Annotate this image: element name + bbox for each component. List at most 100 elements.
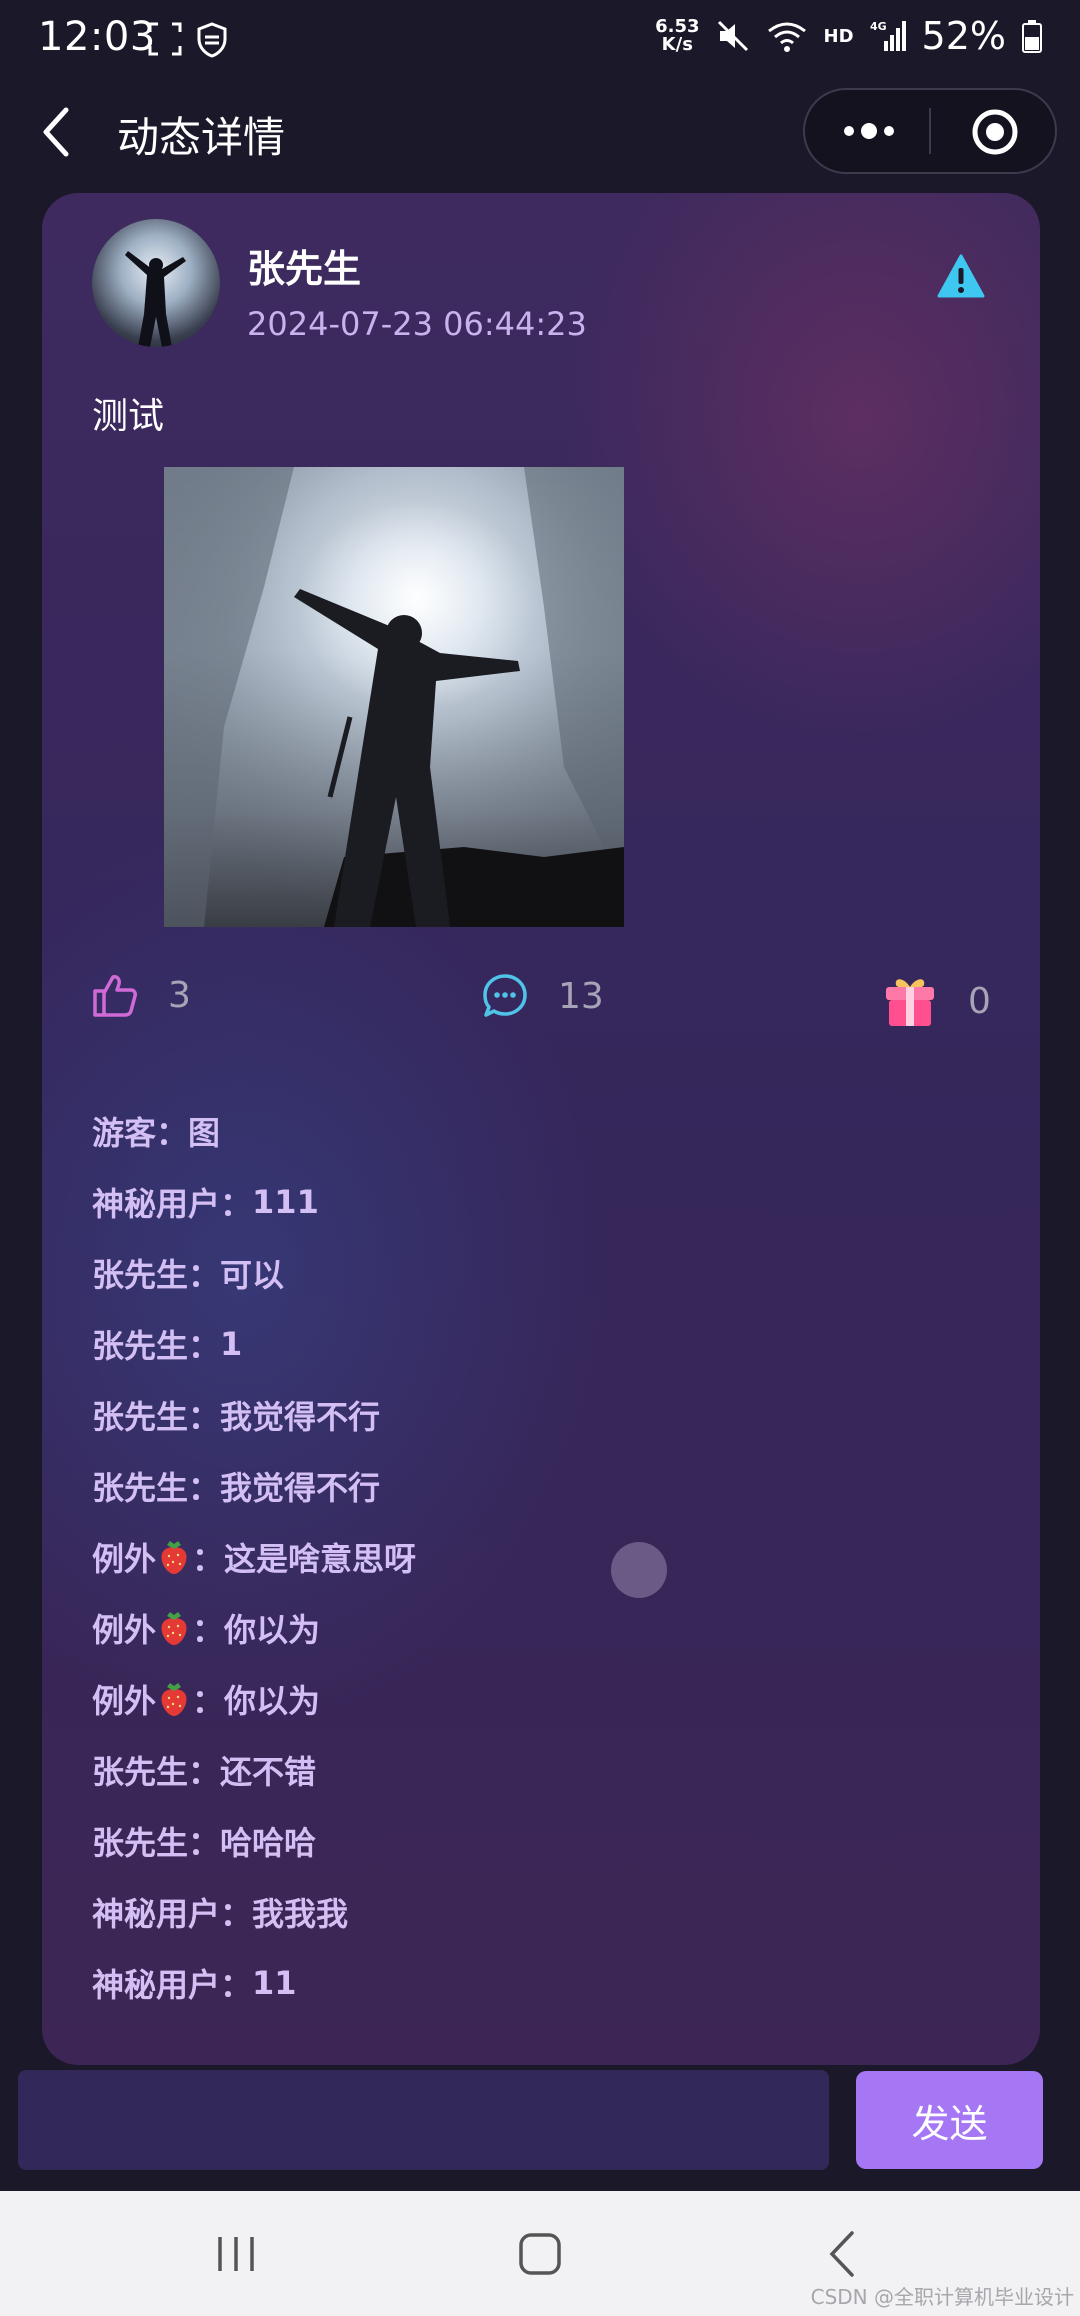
back-nav-icon[interactable]: [812, 2229, 872, 2279]
post-actions: 3 13 0: [42, 973, 1040, 1053]
wifi-icon: [767, 22, 806, 52]
post-photo-silhouette: [164, 467, 624, 927]
comment-item[interactable]: 张先生：哈哈哈: [92, 1818, 992, 1889]
comment-author[interactable]: 张先生: [92, 1824, 188, 1862]
comment-item[interactable]: 例外 ：你以为: [92, 1605, 992, 1676]
comment-item[interactable]: 张先生：我觉得不行: [92, 1463, 992, 1534]
comment-list: 游客：图 神秘用户：111 张先生：可以 张先生：1 张先生：我觉得不行 张先生：我觉得不…: [92, 1108, 992, 2031]
avatar[interactable]: [92, 219, 220, 347]
comment-item[interactable]: 神秘用户：11: [92, 1960, 992, 2031]
comment-author[interactable]: 张先生: [92, 1469, 188, 1507]
comment-item[interactable]: 游客：图: [92, 1108, 992, 1179]
touch-indicator: [611, 1542, 667, 1598]
home-icon[interactable]: [510, 2229, 570, 2279]
net-speed: 6.53 K/s: [655, 16, 700, 55]
post-text: 测试: [92, 396, 165, 437]
comment-action[interactable]: 13: [482, 973, 604, 1019]
comment-author[interactable]: 例外: [92, 1540, 156, 1578]
battery-percent: 52%: [921, 14, 1006, 58]
gift-icon[interactable]: [882, 973, 938, 1029]
comment-separator: ：: [188, 1327, 221, 1365]
author-name[interactable]: 张先生: [247, 238, 361, 293]
watermark: CSDN @全职计算机毕业设计: [810, 2285, 1074, 2309]
comment-separator: ：: [188, 1398, 221, 1436]
thumbs-up-icon[interactable]: [92, 973, 138, 1017]
comment-text: 哈哈哈: [220, 1824, 317, 1862]
system-nav-bar: CSDN @全职计算机毕业设计: [0, 2191, 1080, 2316]
comment-item[interactable]: 张先生：可以: [92, 1250, 992, 1321]
comment-text: 你以为: [224, 1682, 321, 1720]
comment-separator: ：: [188, 1824, 221, 1862]
comment-author[interactable]: 神秘用户: [92, 1895, 220, 1933]
post-card: 张先生 2024-07-23 06:44:23 测试 3 13 0 游客：图 神…: [42, 193, 1040, 2065]
signal-icon: 4G: [870, 20, 906, 51]
recent-apps-icon[interactable]: [206, 2229, 266, 2279]
nav-bar: 动态详情: [0, 82, 1080, 182]
battery-icon: [1022, 20, 1042, 53]
comment-author[interactable]: 例外: [92, 1611, 156, 1649]
mute-icon: [717, 20, 748, 52]
gift-count: 0: [968, 980, 991, 1022]
comment-separator: ：: [192, 1611, 225, 1649]
comment-author[interactable]: 张先生: [92, 1753, 188, 1791]
comment-text: 1: [220, 1325, 243, 1363]
comment-author[interactable]: 神秘用户: [92, 1966, 220, 2004]
capsule-divider: [929, 108, 931, 154]
like-action[interactable]: 3: [92, 973, 191, 1017]
comment-separator: ：: [220, 1966, 253, 2004]
comment-author[interactable]: 例外: [92, 1682, 156, 1720]
comment-text: 这是啥意思呀: [224, 1540, 417, 1578]
comment-text: 11: [252, 1964, 297, 2002]
send-button[interactable]: 发送: [856, 2071, 1043, 2169]
mini-program-capsule: [803, 88, 1057, 174]
comment-text: 我觉得不行: [220, 1469, 381, 1507]
back-arrow-icon[interactable]: [38, 104, 78, 160]
close-target-icon[interactable]: [971, 108, 1019, 156]
comment-text: 你以为: [224, 1611, 321, 1649]
comment-item[interactable]: 例外 ：你以为: [92, 1676, 992, 1747]
comment-author[interactable]: 张先生: [92, 1256, 188, 1294]
comment-count: 13: [558, 975, 604, 1017]
comment-separator: ：: [192, 1540, 225, 1578]
comment-separator: ：: [188, 1753, 221, 1791]
svg-text:4G: 4G: [870, 20, 887, 33]
comment-author[interactable]: 神秘用户: [92, 1185, 220, 1223]
comment-separator: ：: [220, 1895, 253, 1933]
comment-item[interactable]: 张先生：我觉得不行: [92, 1392, 992, 1463]
comment-item[interactable]: 例外 ：这是啥意思呀: [92, 1534, 992, 1605]
comment-separator: ：: [156, 1114, 189, 1152]
comment-item[interactable]: 张先生：还不错: [92, 1747, 992, 1818]
comment-text: 可以: [220, 1256, 285, 1294]
screenshot-frame-icon: [148, 22, 182, 56]
status-bar: 12:03 6.53 K/s HD 4G 52%: [0, 0, 1080, 80]
post-image[interactable]: [164, 467, 624, 927]
comment-separator: ：: [192, 1682, 225, 1720]
comment-item[interactable]: 张先生：1: [92, 1321, 992, 1392]
avatar-silhouette-icon: [125, 251, 186, 347]
comment-input[interactable]: [18, 2070, 829, 2170]
status-time: 12:03: [38, 14, 156, 60]
comment-separator: ：: [188, 1469, 221, 1507]
gift-action[interactable]: 0: [882, 973, 991, 1029]
like-count: 3: [168, 974, 191, 1016]
shield-icon: [197, 22, 227, 58]
comment-text: 我觉得不行: [220, 1398, 381, 1436]
comment-text: 图: [188, 1114, 221, 1152]
warning-icon[interactable]: [937, 253, 985, 299]
comment-author[interactable]: 张先生: [92, 1327, 188, 1365]
comment-author[interactable]: 游客: [92, 1114, 156, 1152]
strawberry-emoji-icon: [161, 1612, 187, 1645]
comment-author[interactable]: 张先生: [92, 1398, 188, 1436]
comment-text: 还不错: [220, 1753, 317, 1791]
comment-text: 111: [252, 1183, 319, 1221]
page-title: 动态详情: [117, 113, 286, 162]
comment-bubble-icon[interactable]: [482, 973, 528, 1019]
comment-separator: ：: [220, 1185, 253, 1223]
more-dots-icon[interactable]: [839, 110, 899, 152]
comment-item[interactable]: 神秘用户：我我我: [92, 1889, 992, 1960]
post-timestamp: 2024-07-23 06:44:23: [247, 305, 587, 343]
strawberry-emoji-icon: [161, 1683, 187, 1716]
strawberry-emoji-icon: [161, 1541, 187, 1574]
comment-text: 我我我: [252, 1895, 349, 1933]
comment-item[interactable]: 神秘用户：111: [92, 1179, 992, 1250]
